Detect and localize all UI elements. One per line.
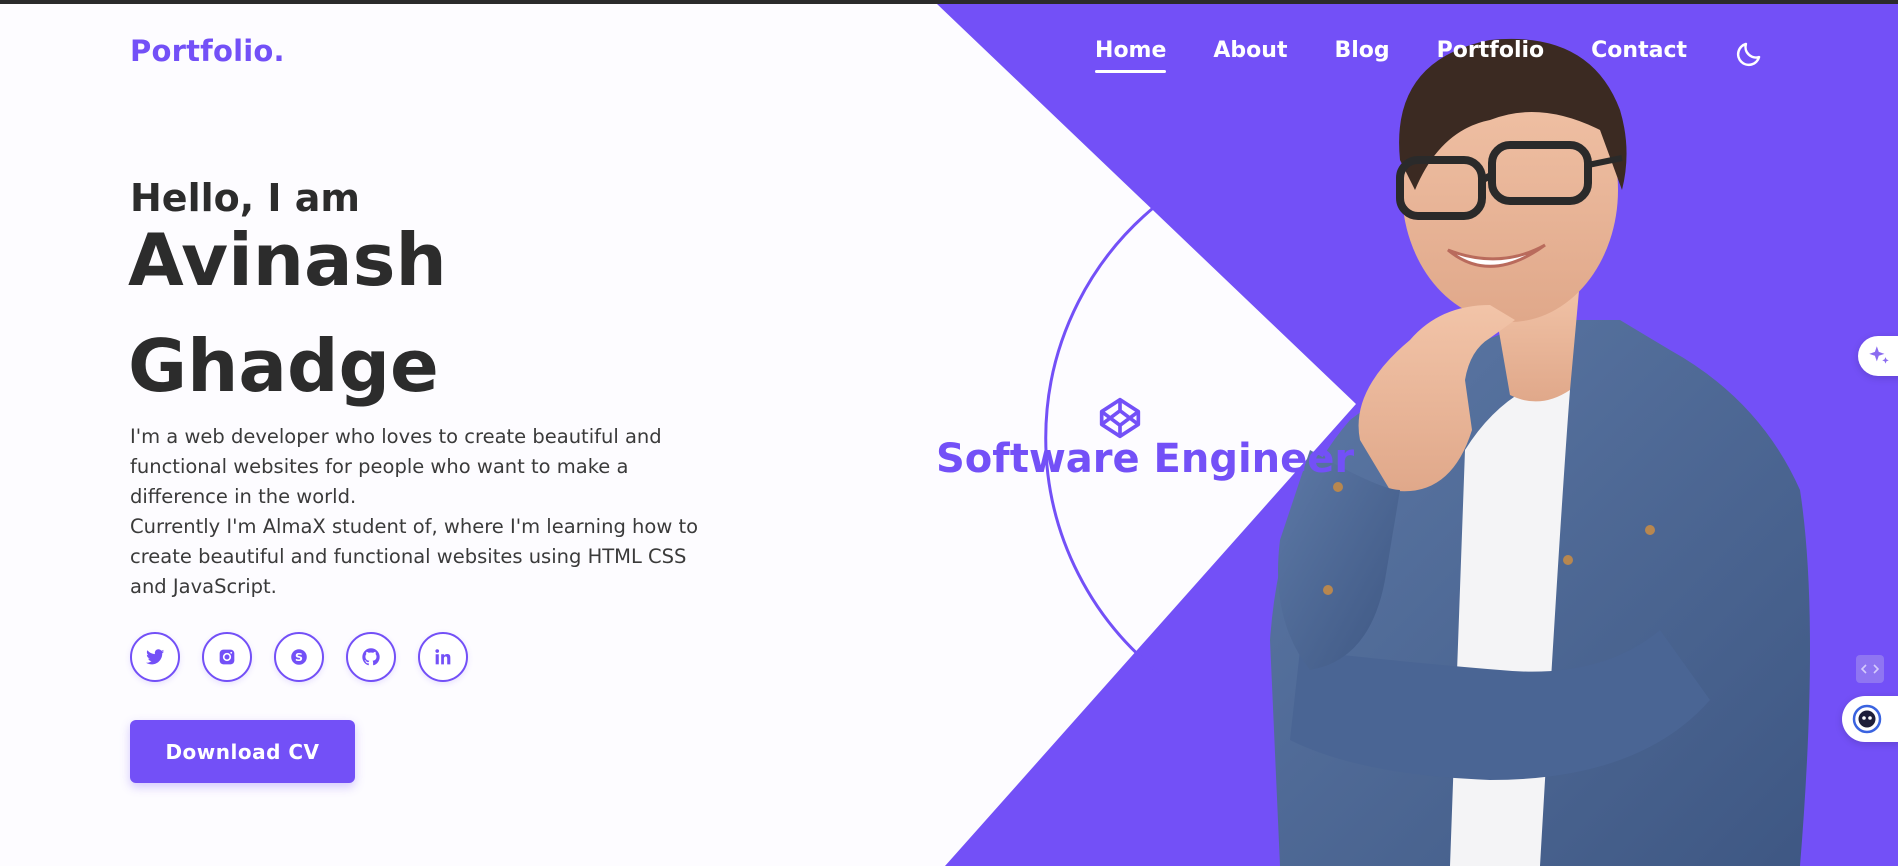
hero-bio: I'm a web developer who loves to create … <box>130 422 710 602</box>
bot-icon <box>1852 704 1882 734</box>
nav-blog[interactable]: Blog <box>1334 38 1389 69</box>
nav-home[interactable]: Home <box>1095 38 1167 73</box>
hero-greeting: Hello, I am <box>130 176 361 220</box>
instagram-icon[interactable] <box>202 632 252 682</box>
skype-icon[interactable]: S <box>274 632 324 682</box>
code-icon <box>1861 664 1879 674</box>
sparkle-assistant-button[interactable] <box>1858 336 1898 376</box>
nav-about[interactable]: About <box>1213 38 1287 69</box>
main-nav: Home About Blog Portfolio Contact <box>1095 38 1764 73</box>
hero-last-name: Ghadge <box>128 324 439 408</box>
linkedin-icon[interactable] <box>418 632 468 682</box>
nav-portfolio[interactable]: Portfolio <box>1437 38 1545 69</box>
hero-bio-paragraph-1: I'm a web developer who loves to create … <box>130 425 662 508</box>
twitter-icon[interactable] <box>130 632 180 682</box>
role-title: Software Engineer <box>936 436 1355 482</box>
github-icon[interactable] <box>346 632 396 682</box>
social-links: S <box>130 632 468 682</box>
moon-icon[interactable] <box>1734 39 1764 69</box>
chatbot-button[interactable] <box>1842 696 1898 742</box>
collapse-widget-button[interactable] <box>1856 655 1884 683</box>
codepen-icon <box>1099 397 1141 439</box>
download-cv-button[interactable]: Download CV <box>130 720 355 783</box>
nav-contact[interactable]: Contact <box>1591 38 1687 69</box>
hero-bio-paragraph-2: Currently I'm AlmaX student of, where I'… <box>130 515 699 598</box>
hero-first-name: Avinash <box>128 218 447 302</box>
site-logo[interactable]: Portfolio. <box>130 34 285 68</box>
sparkle-icon <box>1869 346 1889 364</box>
svg-text:S: S <box>295 651 303 664</box>
